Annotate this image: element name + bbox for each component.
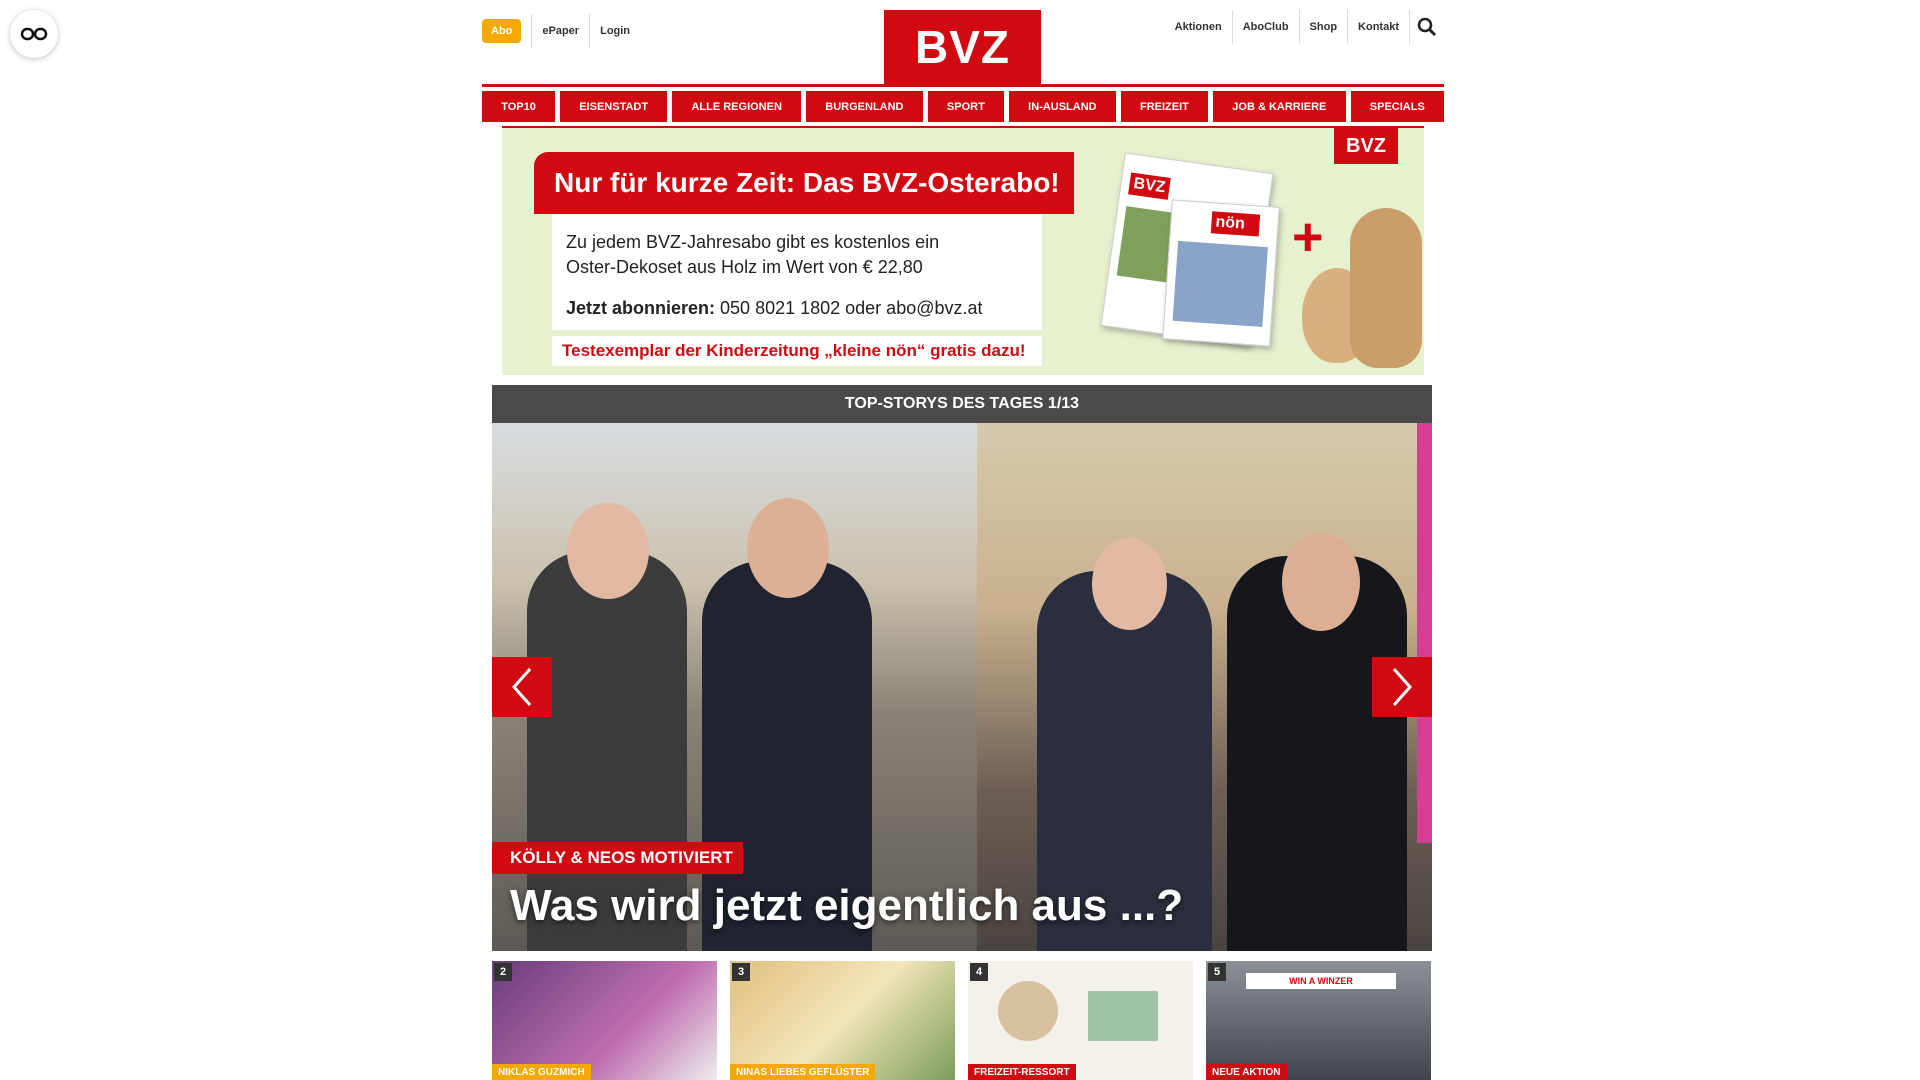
kids-magazine-logo: nön — [1210, 211, 1261, 237]
nav-item-specials[interactable]: SPECIALS — [1350, 91, 1444, 122]
ad-bvz-logo: BVZ — [1334, 128, 1398, 164]
thumbnail-tag: NEUE AKTION — [1206, 1064, 1287, 1080]
aboclub-link[interactable]: AboClub — [1233, 10, 1299, 44]
bvz-logo[interactable]: BVZ — [884, 10, 1041, 84]
pink-facade — [1417, 423, 1432, 843]
epaper-link[interactable]: ePaper — [532, 14, 589, 48]
top-bar: Abo ePaper Login BVZ Aktionen AboClub Sh… — [482, 0, 1444, 84]
ad-line-1: Zu jedem BVZ-Jahresabo gibt es kostenlos… — [566, 232, 940, 252]
nav-item-eisenstadt[interactable]: EISENSTADT — [560, 91, 668, 122]
ad-cta-label: Jetzt abonnieren: — [566, 298, 716, 318]
story-kicker[interactable]: KÖLLY & NEOS MOTIVIERT — [492, 842, 743, 874]
easter-bunny-image — [1350, 208, 1422, 368]
ad-line-2: Oster-Dekoset aus Holz im Wert von € 22,… — [566, 257, 923, 277]
plus-icon: + — [1292, 207, 1324, 267]
person-head — [1282, 533, 1360, 631]
illustration-image — [1088, 991, 1158, 1041]
prev-slide-button[interactable] — [492, 657, 552, 717]
story-thumbnail[interactable]: 3 NINAS LIEBES GEFLÜSTER — [730, 961, 955, 1080]
top-stories-header: TOP-STORYS DES TAGES 1/13 — [492, 385, 1432, 423]
page-container: Abo ePaper Login BVZ Aktionen AboClub Sh… — [482, 0, 1444, 1080]
ad-cta: Jetzt abonnieren: 050 8021 1802 oder abo… — [566, 298, 1028, 319]
nav-item-freizeit[interactable]: FREIZEIT — [1120, 91, 1209, 122]
person-head — [747, 498, 829, 598]
kids-magazine-image: nön — [1162, 199, 1280, 347]
story-thumbnail[interactable]: 2 NIKLAS GUZMICH — [492, 961, 717, 1080]
person-head — [567, 503, 649, 599]
nav-item-in-ausland[interactable]: IN-AUSLAND — [1008, 91, 1116, 122]
kids-magazine-photo — [1172, 240, 1268, 328]
ad-headline: Nur für kurze Zeit: Das BVZ-Osterabo! — [534, 152, 1074, 214]
osterabo-ad-banner[interactable]: Nur für kurze Zeit: Das BVZ-Osterabo! Zu… — [502, 128, 1424, 375]
thumbnail-number: 3 — [732, 963, 750, 981]
thumbnail-tag: FREIZEIT-RESSORT — [968, 1064, 1076, 1080]
abo-button[interactable]: Abo — [482, 19, 522, 43]
story-headline[interactable]: Was wird jetzt eigentlich aus ...? — [510, 881, 1183, 931]
story-thumbnails: 2 NIKLAS GUZMICH 3 NINAS LIEBES GEFLÜSTE… — [492, 961, 1432, 1080]
win-a-winzer-banner: WIN A WINZER — [1246, 973, 1396, 989]
ad-footer: Testexemplar der Kinderzeitung „kleine n… — [552, 330, 1042, 366]
top-stories: TOP-STORYS DES TAGES 1/13 KÖLLY & NEOS M… — [492, 385, 1432, 1080]
accessibility-glasses-icon — [20, 27, 48, 41]
accessibility-button[interactable] — [10, 10, 58, 58]
chevron-right-icon — [1392, 668, 1413, 706]
nav-item-alle-regionen[interactable]: ALLE REGIONEN — [672, 91, 802, 122]
ad-cta-contact: 050 8021 1802 oder abo@bvz.at — [715, 298, 983, 318]
header-rule — [482, 84, 1444, 87]
search-icon[interactable] — [1410, 9, 1444, 45]
thumbnail-number: 5 — [1208, 963, 1226, 981]
nav-item-sport[interactable]: SPORT — [927, 91, 1004, 122]
story-thumbnail[interactable]: 5 WIN A WINZER NEUE AKTION — [1206, 961, 1431, 1080]
aktionen-link[interactable]: Aktionen — [1165, 10, 1232, 44]
nav-item-burgenland[interactable]: BURGENLAND — [806, 91, 923, 122]
next-slide-button[interactable] — [1372, 657, 1432, 717]
thumbnail-tag: NIKLAS GUZMICH — [492, 1064, 591, 1080]
kontakt-link[interactable]: Kontakt — [1348, 10, 1409, 44]
hero-slide[interactable]: KÖLLY & NEOS MOTIVIERT Was wird jetzt ei… — [492, 423, 1432, 951]
person-head — [1092, 538, 1167, 630]
thumbnail-number: 4 — [970, 963, 988, 981]
login-link[interactable]: Login — [590, 14, 640, 48]
shop-link[interactable]: Shop — [1300, 10, 1348, 44]
hero-photo-right — [977, 423, 1432, 951]
main-nav: TOP10 EISENSTADT ALLE REGIONEN BURGENLAN… — [482, 91, 1444, 122]
illustration-image — [998, 981, 1058, 1041]
top-left-links: Abo ePaper Login — [482, 14, 640, 48]
nav-item-job-karriere[interactable]: JOB & KARRIERE — [1213, 91, 1346, 122]
thumbnail-number: 2 — [494, 963, 512, 981]
magazine-logo: BVZ — [1128, 172, 1171, 200]
top-right-links: Aktionen AboClub Shop Kontakt — [1165, 9, 1444, 45]
story-thumbnail[interactable]: 4 FREIZEIT-RESSORT — [968, 961, 1193, 1080]
chevron-left-icon — [511, 668, 532, 706]
thumbnail-tag: NINAS LIEBES GEFLÜSTER — [730, 1064, 876, 1080]
nav-item-top10[interactable]: TOP10 — [482, 91, 556, 122]
ad-body: Zu jedem BVZ-Jahresabo gibt es kostenlos… — [552, 214, 1042, 366]
